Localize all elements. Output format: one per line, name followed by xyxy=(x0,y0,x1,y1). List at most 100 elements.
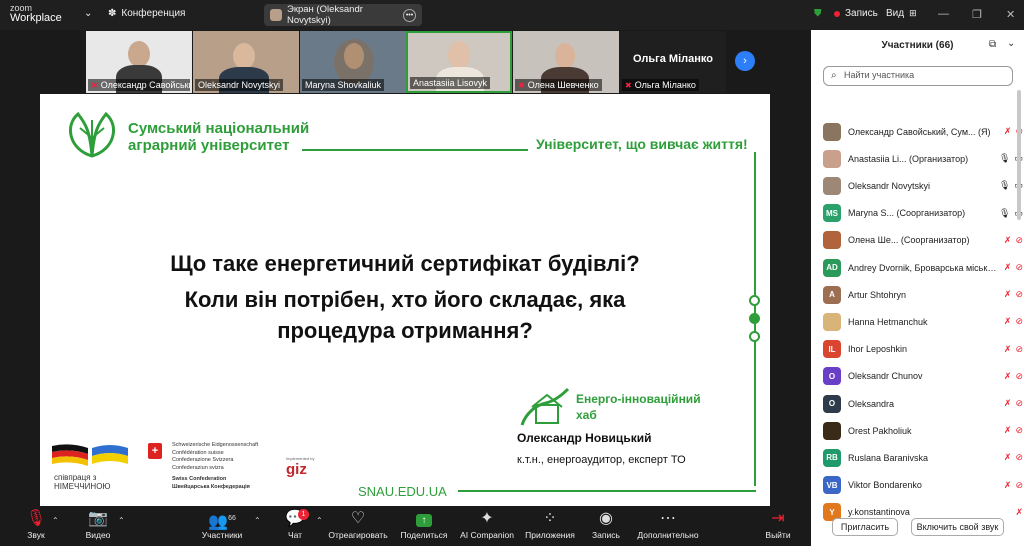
participant-name: Ihor Leposhkin xyxy=(848,344,908,355)
slide-dot-icon xyxy=(749,331,760,342)
giz-logo: Implemented by giz xyxy=(286,456,346,486)
participant-row[interactable]: IL Ihor Leposhkin ✗ ⊘ xyxy=(823,336,1023,363)
more-button[interactable]: ⋯ Дополнительно xyxy=(636,508,700,540)
slide-dot-icon xyxy=(749,313,760,324)
participant-row[interactable]: Олександр Савойський, Сум... (Я)✗⊘ xyxy=(823,118,1023,145)
shield-icon: ⛊ xyxy=(814,8,822,19)
participant-search-input[interactable]: Найти участника xyxy=(823,66,1013,86)
participant-row[interactable]: O Oleksandra ✗ ⊘ xyxy=(823,390,1023,417)
share-screen-icon: ↑ xyxy=(392,508,456,530)
unmute-self-button[interactable]: Включить свой звук xyxy=(911,518,1004,536)
popout-icon[interactable]: ⧉ xyxy=(989,39,996,50)
participants-button[interactable]: 👥66 Участники xyxy=(190,508,254,540)
mic-icon: 🎙 xyxy=(999,153,1011,164)
participant-row[interactable]: A Artur Shtohryn ✗ ⊘ xyxy=(823,281,1023,308)
chevron-up-icon[interactable]: ⌃ xyxy=(316,516,323,525)
hub-name-line1: Енерго-інноваційний xyxy=(576,392,701,406)
react-button[interactable]: ♡ Отреагировать xyxy=(326,508,390,540)
header-divider xyxy=(302,149,528,151)
next-page-button[interactable]: › xyxy=(735,51,755,71)
swiss-text: Swiss Confederation xyxy=(172,476,227,482)
scrollbar[interactable] xyxy=(1017,90,1021,220)
participant-name: Andrey Dvornik, Броварська міська ... xyxy=(848,262,1000,273)
flags-icon xyxy=(52,444,128,466)
chevron-up-icon[interactable]: ⌃ xyxy=(254,516,261,525)
video-tile[interactable]: Oleksandr Novytskyi xyxy=(193,31,299,93)
record-indicator[interactable]: Запись xyxy=(834,8,878,19)
video-tile-label: Oleksandr Novytskyi xyxy=(195,79,284,91)
participant-row[interactable]: O Oleksandr Chunov ✗ ⊘ xyxy=(823,363,1023,390)
screen-share-pill[interactable]: Экран (Oleksandr Novytskyi) ••• xyxy=(264,4,422,26)
chat-badge: 1 xyxy=(298,509,309,520)
record-icon: ◉ xyxy=(599,510,613,527)
video-tile[interactable]: Ольга Міланко ✖ Ольга Міланко xyxy=(620,31,726,93)
video-tile-label: ✖ Олена Шевченко xyxy=(515,79,602,91)
chevron-down-icon[interactable]: ⌄ xyxy=(84,8,92,19)
video-tile-label: ✖ Ольга Міланко xyxy=(622,79,699,91)
slide-question-3: процедура отримання? xyxy=(277,318,533,343)
mic-off-icon: ✗ xyxy=(1003,398,1012,408)
mic-off-icon: ✗ xyxy=(1003,316,1012,327)
mic-off-icon: ✗ xyxy=(1003,343,1012,354)
minimize-icon[interactable]: — xyxy=(938,8,949,20)
participant-name: Oleksandra xyxy=(848,398,895,409)
people-icon: 👥66 xyxy=(208,513,236,531)
participant-row[interactable]: Олена Ше... (Соорганизатор) ✗ ⊘ xyxy=(823,227,1023,254)
mic-icon: 🎙 xyxy=(999,207,1011,218)
avatar xyxy=(823,231,841,250)
chevron-up-icon[interactable]: ⌃ xyxy=(52,516,59,525)
participant-row[interactable]: RB Ruslana Baranivska ✗ ⊘ xyxy=(823,444,1023,471)
record-dot-icon xyxy=(834,10,840,17)
participant-row[interactable]: Anastasiia Li... (Организатор)🎙▭ xyxy=(823,145,1023,172)
avatar xyxy=(823,312,841,331)
leave-label: Выйти xyxy=(765,530,791,540)
video-tile[interactable]: ✖ Олена Шевченко xyxy=(513,31,619,93)
record-button[interactable]: ◉ Запись xyxy=(574,508,638,540)
avatar: IL xyxy=(823,340,841,359)
participant-row[interactable]: AD Andrey Dvornik, Броварська міська ... ✗… xyxy=(823,254,1023,281)
university-name-line2: аграрний університет xyxy=(128,137,290,154)
leave-button[interactable]: ⇥ Выйти xyxy=(746,508,810,540)
meeting-info-button[interactable]: ✽ Конференция xyxy=(108,8,185,19)
chevron-down-icon[interactable]: ⌄ xyxy=(1007,38,1015,49)
camera-off-icon: ⊘ xyxy=(1015,343,1023,354)
apps-button[interactable]: ⁘ Приложения xyxy=(518,508,582,540)
share-button[interactable]: ↑ Поделиться xyxy=(392,508,456,540)
heart-icon: ♡ xyxy=(350,510,366,527)
close-icon[interactable]: ✕ xyxy=(1006,8,1015,21)
avatar: A xyxy=(823,285,841,304)
camera-off-icon: ⊘ xyxy=(1015,398,1023,408)
video-tile[interactable]: Maryna Shovkaliuk xyxy=(300,31,406,93)
view-button[interactable]: Вид ⊞ xyxy=(886,8,917,19)
ai-companion-button[interactable]: ✦ AI Companion xyxy=(455,508,519,540)
avatar: O xyxy=(823,394,841,413)
invite-button[interactable]: Пригласить xyxy=(832,518,898,536)
react-label: Отреагировать xyxy=(328,530,388,540)
germany-cooperation-text1: співпраця з xyxy=(54,473,97,482)
swiss-text: Schweizerische Eidgenossenschaft xyxy=(172,442,259,448)
slogan: Університет, що вивчає життя! xyxy=(536,136,748,152)
participants-panel: Участники (66) ⧉ ⌄ ⌕ Найти участника Оле… xyxy=(811,30,1024,546)
participants-label: Участники xyxy=(201,530,243,540)
paw-icon: ✽ xyxy=(108,8,117,19)
avatar: VB xyxy=(823,476,841,495)
view-label: Вид xyxy=(886,8,905,19)
video-tile-active-speaker[interactable]: Anastasiia Lisovyk xyxy=(406,31,512,93)
mic-off-icon: ✗ xyxy=(1003,479,1012,490)
participant-row[interactable]: Orest Pakholiuk ✗ ⊘ xyxy=(823,417,1023,444)
participant-row[interactable]: Hanna Hetmanchuk ✗ ⊘ xyxy=(823,308,1023,335)
video-tile[interactable]: ✖Олександр Савойськи... xyxy=(86,31,192,93)
participant-name: y.konstantinova xyxy=(848,507,910,518)
participant-name: Artur Shtohryn xyxy=(848,289,907,300)
participant-row[interactable]: VB Viktor Bondarenko ✗ ⊘ xyxy=(823,472,1023,499)
participant-row[interactable]: Oleksandr Novytskyi🎙▭ xyxy=(823,172,1023,199)
germany-cooperation-logo: співпраця з НІМЕЧЧИНОЮ xyxy=(50,442,130,491)
chevron-up-icon[interactable]: ⌃ xyxy=(118,516,125,525)
participant-row[interactable]: MSMaryna S... (Соорганизатор)🎙▭ xyxy=(823,200,1023,227)
more-icon[interactable]: ••• xyxy=(403,8,416,22)
camera-off-icon: ⊘ xyxy=(1015,370,1023,381)
maximize-icon[interactable]: ❐ xyxy=(972,8,982,21)
mic-off-icon: ✗ xyxy=(1003,262,1012,272)
avatar: RB xyxy=(823,448,841,467)
participant-name: Viktor Bondarenko xyxy=(848,480,922,491)
